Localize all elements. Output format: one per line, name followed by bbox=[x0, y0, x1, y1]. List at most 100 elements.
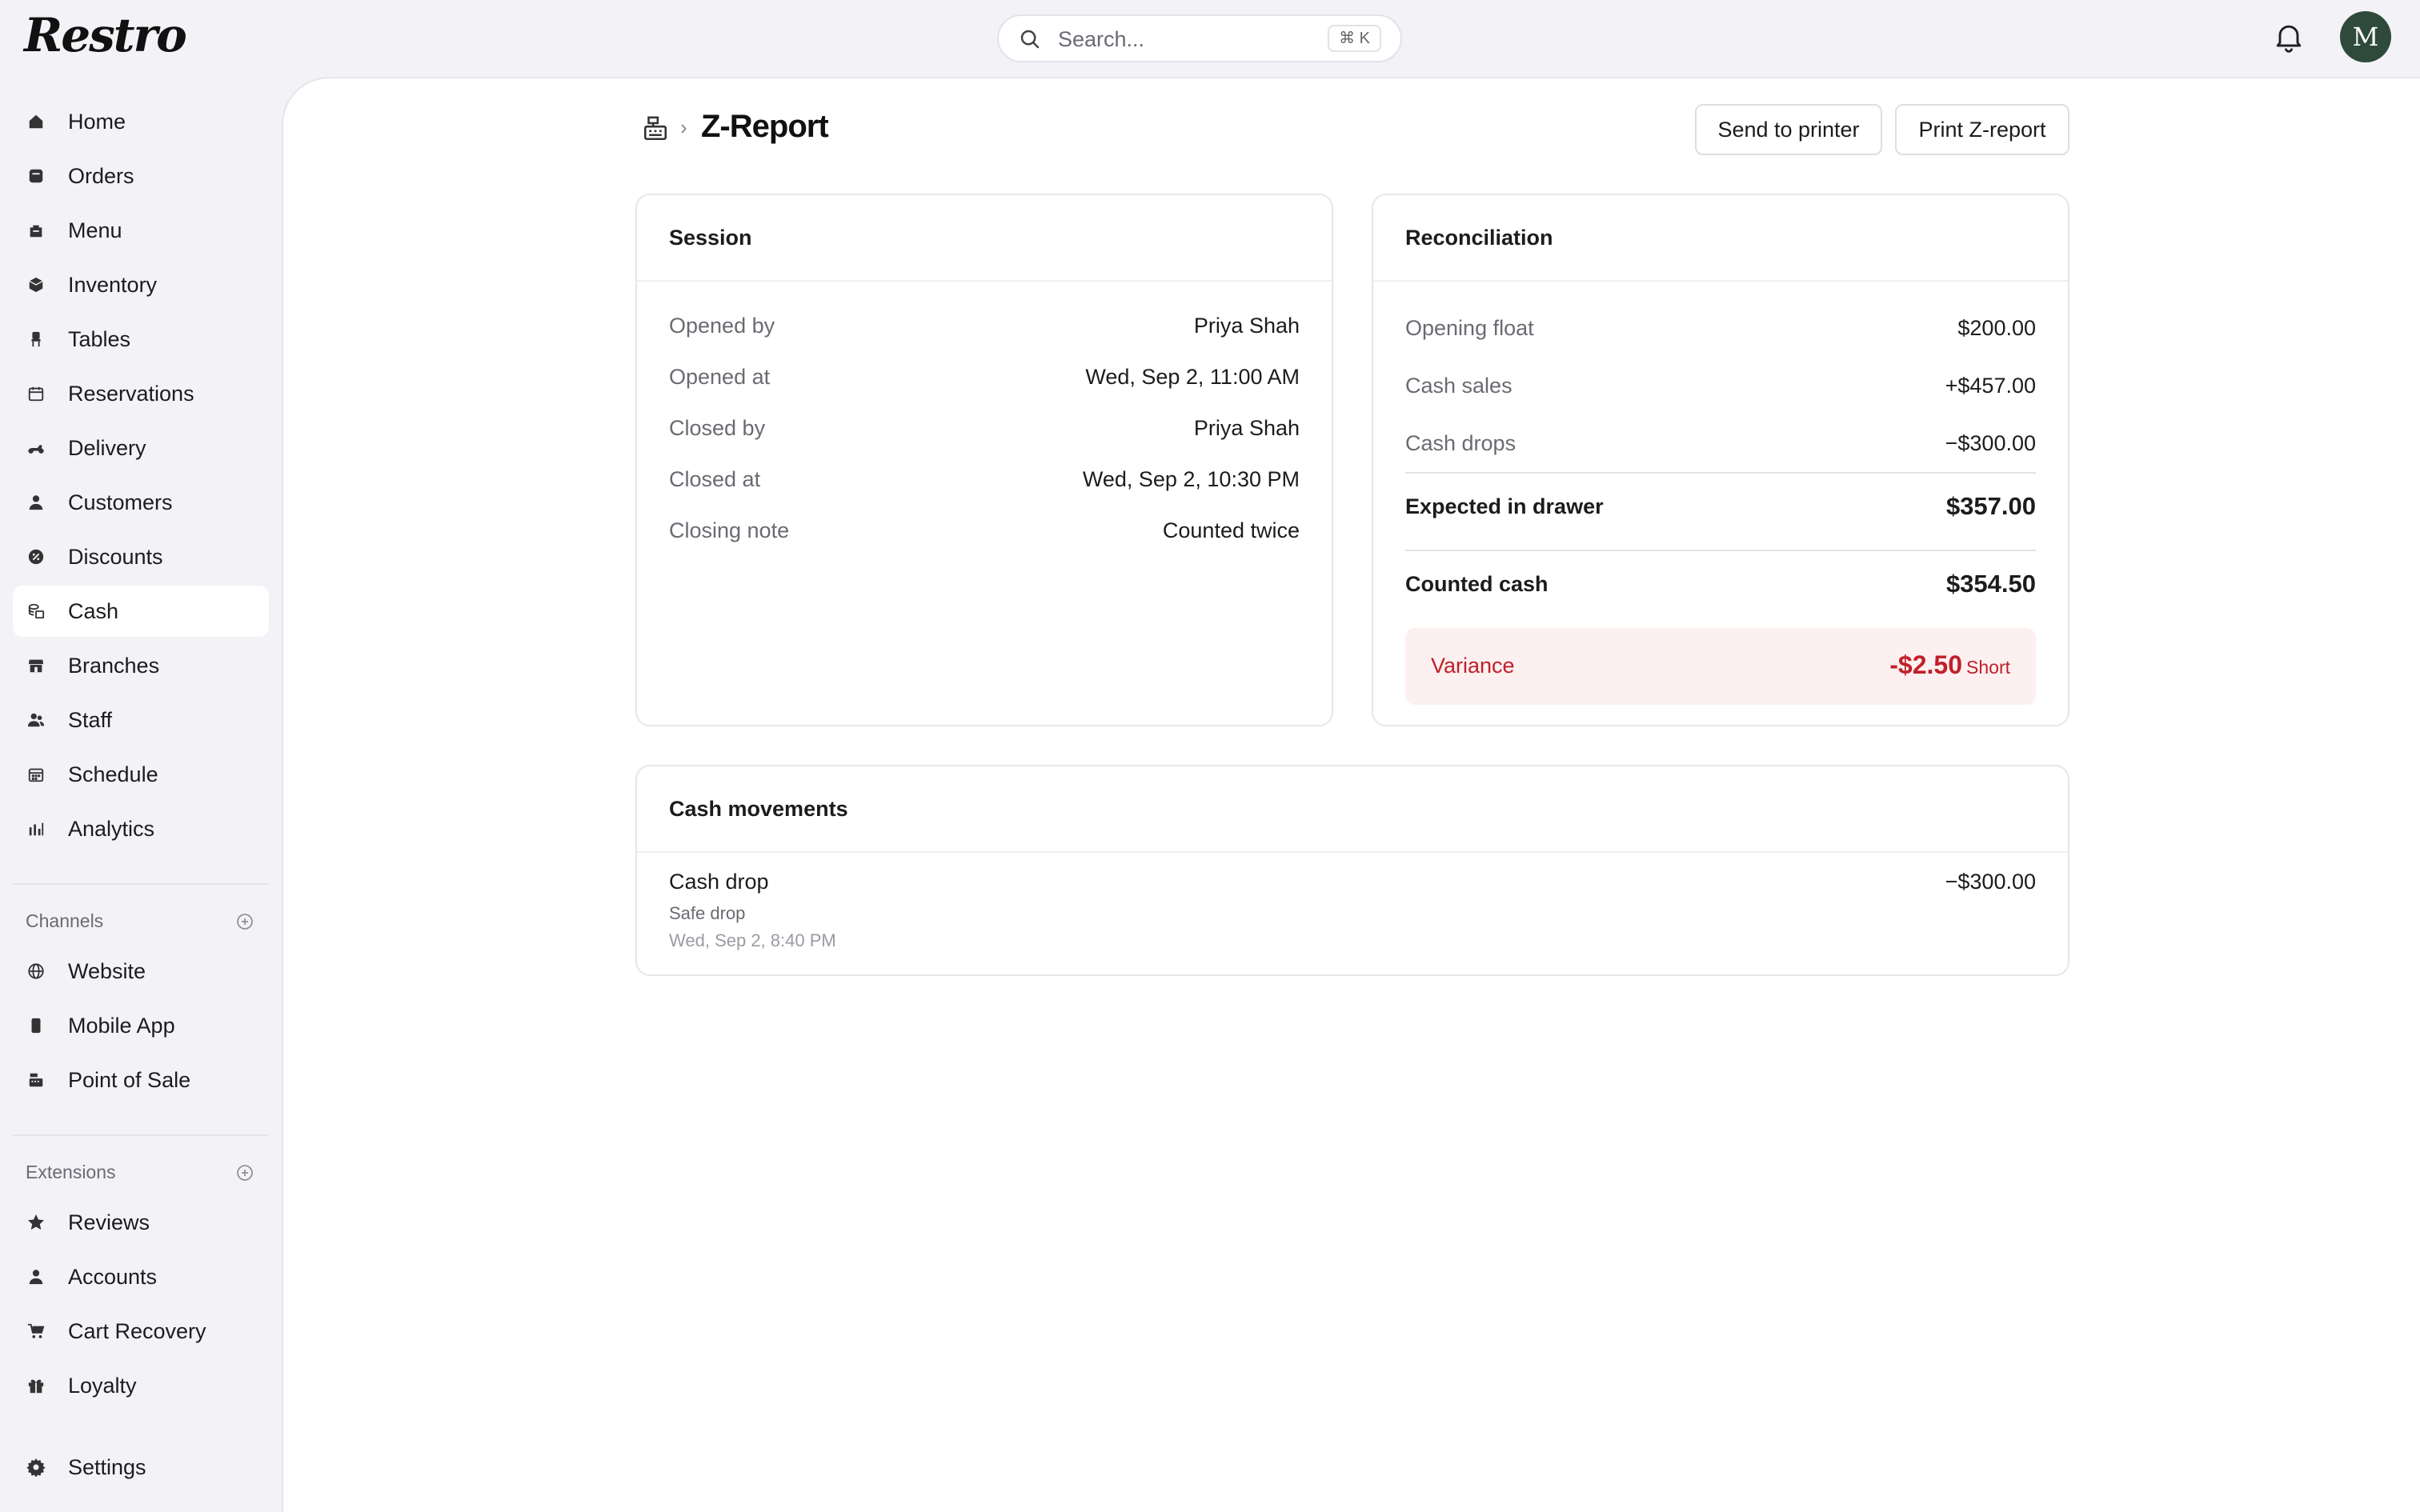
calendar-icon bbox=[26, 383, 46, 404]
sidebar-item-delivery[interactable]: Delivery bbox=[13, 422, 269, 474]
sidebar-divider bbox=[13, 1134, 269, 1136]
sidebar-item-inventory[interactable]: Inventory bbox=[13, 259, 269, 310]
divider bbox=[1405, 472, 2036, 474]
sidebar-item-label: Settings bbox=[68, 1454, 146, 1479]
sidebar-item-tables[interactable]: Tables bbox=[13, 314, 269, 365]
sidebar-item-orders[interactable]: Orders bbox=[13, 150, 269, 202]
sidebar-item-label: Mobile App bbox=[68, 1013, 175, 1038]
star-icon bbox=[26, 1212, 46, 1233]
sidebar-item-staff[interactable]: Staff bbox=[13, 694, 269, 746]
sidebar-item-branches[interactable]: Branches bbox=[13, 640, 269, 691]
sidebar-item-point-of-sale[interactable]: Point of Sale bbox=[13, 1054, 269, 1106]
sidebar-item-analytics[interactable]: Analytics bbox=[13, 803, 269, 854]
app-logo[interactable]: Restro bbox=[24, 8, 187, 62]
analytics-icon bbox=[26, 818, 46, 839]
row-value: $354.50 bbox=[1945, 570, 2036, 598]
add-channel-icon[interactable] bbox=[235, 912, 254, 931]
sidebar-item-accounts[interactable]: Accounts bbox=[13, 1251, 269, 1302]
extensions-section-title: Extensions bbox=[26, 1162, 116, 1182]
menu-icon bbox=[26, 220, 46, 241]
breadcrumb-chevron-icon: › bbox=[680, 115, 687, 139]
add-extension-icon[interactable] bbox=[235, 1163, 254, 1182]
reconciliation-card: Reconciliation Opening float $200.00 Cas… bbox=[1372, 194, 2069, 726]
cart-icon bbox=[26, 1321, 46, 1342]
sidebar-item-cash[interactable]: Cash bbox=[13, 586, 269, 637]
row-value: Wed, Sep 2, 10:30 PM bbox=[1082, 467, 1300, 491]
row-value: Counted twice bbox=[1162, 518, 1300, 542]
orders-icon bbox=[26, 166, 46, 186]
inventory-icon bbox=[26, 274, 46, 295]
gift-icon bbox=[26, 1375, 46, 1396]
row-label: Closed by bbox=[669, 416, 766, 440]
variance-banner: Variance -$2.50 Short bbox=[1405, 628, 2036, 705]
cash-movements-card: Cash movements Cash drop Safe drop Wed, … bbox=[635, 765, 2069, 976]
sidebar-item-schedule[interactable]: Schedule bbox=[13, 749, 269, 800]
row-value: +$457.00 bbox=[1945, 374, 2036, 398]
expected-in-drawer-row: Expected in drawer $357.00 bbox=[1405, 492, 2036, 526]
search-bar[interactable]: ⌘ K bbox=[997, 14, 1402, 62]
session-row: Closed by Priya Shah bbox=[669, 416, 1300, 448]
session-row: Closed at Wed, Sep 2, 10:30 PM bbox=[669, 467, 1300, 499]
discount-icon bbox=[26, 546, 46, 567]
cash-movements-card-title: Cash movements bbox=[669, 797, 848, 821]
movement-time: Wed, Sep 2, 8:40 PM bbox=[669, 930, 836, 950]
channels-section-title: Channels bbox=[26, 910, 104, 931]
row-value: Wed, Sep 2, 11:00 AM bbox=[1085, 365, 1300, 389]
movement-title: Cash drop bbox=[669, 870, 769, 894]
sidebar-item-reservations[interactable]: Reservations bbox=[13, 368, 269, 419]
sidebar-item-cart-recovery[interactable]: Cart Recovery bbox=[13, 1306, 269, 1357]
row-label: Opening float bbox=[1405, 316, 1534, 340]
print-z-report-button[interactable]: Print Z-report bbox=[1895, 104, 2069, 155]
sidebar-item-mobile-app[interactable]: Mobile App bbox=[13, 1000, 269, 1051]
row-label: Cash sales bbox=[1405, 374, 1512, 398]
sidebar-item-reviews[interactable]: Reviews bbox=[13, 1197, 269, 1248]
sidebar-item-settings[interactable]: Settings bbox=[13, 1442, 269, 1493]
row-value: $357.00 bbox=[1945, 492, 2036, 520]
sidebar-item-label: Menu bbox=[68, 218, 122, 242]
user-icon bbox=[26, 1266, 46, 1287]
staff-icon bbox=[26, 710, 46, 730]
search-input[interactable] bbox=[1056, 24, 1300, 54]
row-label: Closed at bbox=[669, 467, 761, 491]
sidebar-item-label: Schedule bbox=[68, 762, 158, 786]
sidebar-item-label: Discounts bbox=[68, 544, 163, 569]
sidebar-item-label: Orders bbox=[68, 163, 134, 188]
send-to-printer-button[interactable]: Send to printer bbox=[1695, 104, 1882, 155]
sidebar-item-label: Customers bbox=[68, 490, 173, 514]
sidebar-item-label: Website bbox=[68, 958, 146, 983]
session-row: Opened at Wed, Sep 2, 11:00 AM bbox=[669, 365, 1300, 397]
sidebar-item-label: Point of Sale bbox=[68, 1067, 191, 1092]
sidebar-divider bbox=[13, 883, 269, 885]
bell-icon[interactable] bbox=[2271, 19, 2306, 54]
home-icon bbox=[26, 111, 46, 132]
phone-icon bbox=[26, 1015, 46, 1036]
sidebar-item-label: Cash bbox=[68, 598, 119, 623]
cash-icon bbox=[26, 601, 46, 622]
reconciliation-card-title: Reconciliation bbox=[1405, 226, 1553, 250]
register-icon[interactable] bbox=[642, 115, 669, 142]
row-label: Opened at bbox=[669, 365, 771, 389]
movement-amount: −$300.00 bbox=[1945, 870, 2036, 894]
sidebar-item-website[interactable]: Website bbox=[13, 946, 269, 997]
row-label: Expected in drawer bbox=[1405, 494, 1604, 518]
row-label: Counted cash bbox=[1405, 572, 1549, 596]
sidebar-item-discounts[interactable]: Discounts bbox=[13, 531, 269, 582]
row-value: Priya Shah bbox=[1193, 314, 1300, 338]
avatar[interactable]: M bbox=[2340, 11, 2391, 62]
sidebar-item-loyalty[interactable]: Loyalty bbox=[13, 1360, 269, 1411]
sidebar-item-home[interactable]: Home bbox=[13, 96, 269, 147]
counted-cash-row: Counted cash $354.50 bbox=[1405, 570, 2036, 604]
sidebar-item-menu[interactable]: Menu bbox=[13, 205, 269, 256]
sidebar: Home Orders Menu Inventory Tables Reserv… bbox=[0, 77, 282, 1512]
sidebar-item-customers[interactable]: Customers bbox=[13, 477, 269, 528]
user-icon bbox=[26, 492, 46, 513]
sidebar-item-label: Inventory bbox=[68, 272, 158, 297]
session-card: Session Opened by Priya Shah Opened at W… bbox=[635, 194, 1333, 726]
register-icon bbox=[26, 1070, 46, 1090]
divider bbox=[1405, 550, 2036, 551]
row-value: $200.00 bbox=[1957, 316, 2036, 340]
sidebar-item-label: Staff bbox=[68, 707, 113, 732]
row-value: Priya Shah bbox=[1193, 416, 1300, 440]
scooter-icon bbox=[26, 438, 46, 458]
sidebar-item-label: Tables bbox=[68, 326, 131, 351]
